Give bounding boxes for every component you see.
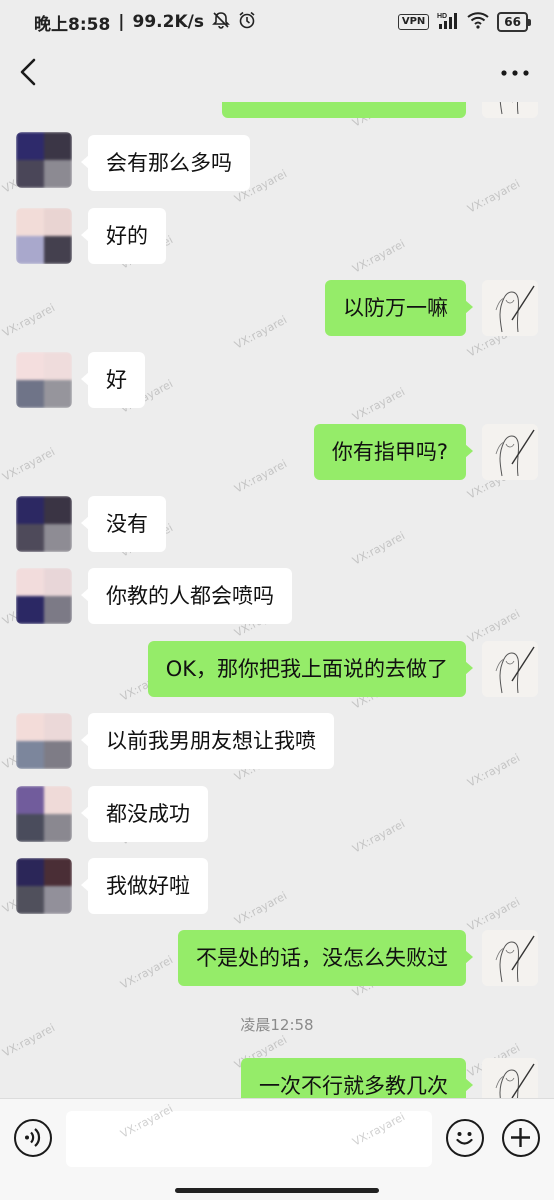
chat-area[interactable]: VX:rayarei VX:rayarei VX:rayarei VX:raya… — [0, 102, 554, 1098]
watermark: VX:rayarei — [350, 237, 408, 276]
contact-avatar[interactable] — [16, 208, 72, 264]
status-time: 晚上8:58 — [34, 14, 111, 35]
my-avatar[interactable] — [482, 641, 538, 697]
mute-icon — [212, 11, 230, 34]
more-dots-icon — [501, 70, 529, 76]
sketch-avatar-icon — [482, 280, 538, 336]
my-avatar[interactable] — [482, 1058, 538, 1098]
watermark: VX:rayarei — [350, 385, 408, 424]
sketch-avatar-icon — [482, 424, 538, 480]
message-bubble-in[interactable]: 会有那么多吗 — [81, 135, 250, 191]
message-bubble-in[interactable]: 你教的人都会喷吗 — [81, 568, 292, 624]
message-bubble-out[interactable]: 不是处的话，没怎么失败过 — [178, 930, 473, 986]
message-bubble-in[interactable]: 我做好啦 — [81, 858, 208, 914]
message-bubble-out[interactable]: 一次不行就多教几次 — [241, 1058, 473, 1098]
back-button[interactable] — [14, 52, 44, 92]
watermark: VX:rayarei — [0, 301, 58, 340]
svg-text:HD: HD — [437, 13, 447, 20]
message-bubble-out[interactable]: OK，那你把我上面说的去做了 — [147, 641, 474, 697]
signal-icon: HD — [437, 11, 459, 34]
chat-timestamp: 凌晨12:58 — [240, 1016, 314, 1034]
sketch-avatar-icon — [482, 930, 538, 986]
contact-avatar[interactable] — [16, 858, 72, 914]
message-bubble-out[interactable]: 以防万一嘛 — [325, 280, 473, 336]
battery-icon: 66 — [497, 12, 531, 32]
watermark: VX:rayarei — [0, 445, 58, 484]
message-bubble-in[interactable]: 没有 — [81, 496, 166, 552]
sketch-avatar-icon — [482, 102, 538, 118]
status-left: 晚上8:58 | 99.2K/s — [34, 10, 256, 35]
message-bubble-in[interactable]: 都没成功 — [81, 786, 208, 842]
watermark: VX:rayarei — [232, 313, 290, 352]
message-bubble-out[interactable]: 你有指甲吗? — [313, 424, 474, 480]
watermark: VX:rayarei — [350, 529, 408, 568]
vpn-badge: VPN — [397, 14, 430, 30]
chevron-left-icon — [20, 58, 36, 86]
alarm-icon — [238, 11, 256, 34]
message-bubble-in[interactable]: 好的 — [81, 208, 166, 264]
contact-avatar[interactable] — [16, 496, 72, 552]
contact-avatar[interactable] — [16, 713, 72, 769]
watermark: VX:rayarei — [232, 457, 290, 496]
chat-header — [0, 44, 554, 102]
input-bar: VX:rayarei VX:rayarei — [0, 1098, 554, 1200]
contact-avatar[interactable] — [16, 786, 72, 842]
contact-avatar[interactable] — [16, 352, 72, 408]
contact-avatar[interactable] — [16, 132, 72, 188]
my-avatar[interactable] — [482, 424, 538, 480]
message-bubble-in[interactable]: 好 — [81, 352, 145, 408]
sketch-avatar-icon — [482, 1058, 538, 1098]
message-bubble-out[interactable] — [222, 102, 466, 118]
emoji-icon — [456, 1132, 473, 1145]
status-separator: | — [118, 12, 125, 32]
watermark: VX:rayarei — [118, 953, 176, 992]
watermark: VX:rayarei — [350, 817, 408, 856]
home-indicator — [175, 1188, 379, 1193]
wifi-icon — [467, 11, 489, 34]
network-speed: 99.2K/s — [132, 12, 204, 32]
my-avatar[interactable] — [482, 280, 538, 336]
emoji-button[interactable] — [446, 1119, 484, 1157]
status-right: VPN HD 66 — [397, 11, 531, 34]
more-button[interactable] — [498, 58, 532, 88]
sketch-avatar-icon — [482, 641, 538, 697]
watermark: VX:rayarei — [465, 177, 523, 216]
message-input[interactable] — [66, 1111, 432, 1167]
watermark: VX:rayarei — [465, 607, 523, 646]
watermark: VX:rayarei — [232, 889, 290, 928]
watermark: VX:rayarei — [465, 895, 523, 934]
voice-button[interactable] — [14, 1119, 52, 1157]
plus-icon — [511, 1128, 530, 1147]
contact-avatar[interactable] — [16, 568, 72, 624]
watermark: VX:rayarei — [465, 751, 523, 790]
message-bubble-in[interactable]: 以前我男朋友想让我喷 — [81, 713, 334, 769]
my-avatar[interactable] — [482, 102, 538, 118]
my-avatar[interactable] — [482, 930, 538, 986]
status-bar: 晚上8:58 | 99.2K/s VPN HD 66 — [0, 0, 554, 44]
voice-icon — [25, 1128, 41, 1147]
plus-button[interactable] — [502, 1119, 540, 1157]
